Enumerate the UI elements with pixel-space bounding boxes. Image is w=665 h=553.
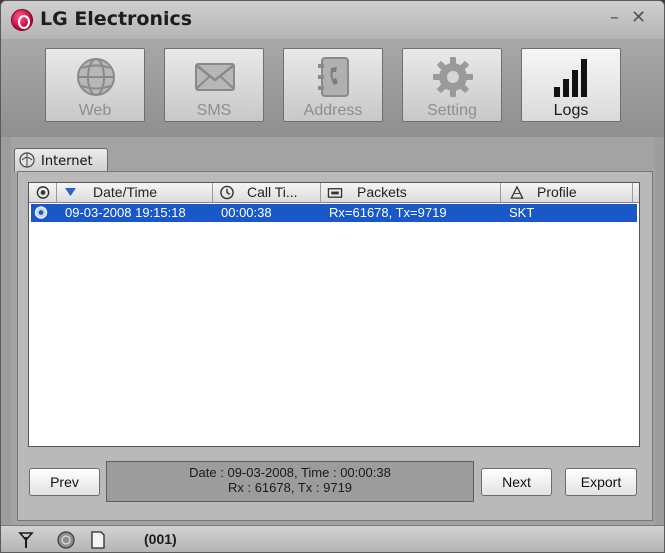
tab-strip — [108, 148, 653, 172]
phonebook-icon — [318, 57, 349, 97]
connection-icon — [34, 206, 48, 219]
web-label: Web — [78, 102, 112, 119]
tab-internet[interactable]: Internet — [14, 148, 108, 172]
row-profile: SKT — [509, 205, 535, 220]
list-header: Date/Time Call Ti... Packets Profile — [29, 183, 639, 203]
memory-card-icon — [91, 531, 105, 549]
signal-bars-icon — [554, 59, 587, 97]
column-header-calltime[interactable]: Call Ti... — [213, 183, 321, 202]
column-header-datetime[interactable]: Date/Time — [57, 183, 213, 202]
main-toolbar: Web SMS Address Setting Logs — [1, 39, 664, 137]
column-header-datetime-label: Date/Time — [93, 184, 158, 200]
call-time-icon — [220, 185, 234, 200]
export-button[interactable]: Export — [565, 468, 637, 496]
prev-button[interactable]: Prev — [29, 468, 100, 496]
internet-icon — [19, 152, 35, 168]
lg-logo-icon — [11, 9, 33, 31]
column-header-profile-label: Profile — [537, 184, 577, 200]
antenna-icon — [18, 532, 34, 548]
row-datetime: 09-03-2008 19:15:18 — [65, 205, 186, 220]
gear-icon — [433, 57, 473, 97]
column-header-packets[interactable]: Packets — [321, 183, 501, 202]
column-header-calltime-label: Call Ti... — [247, 184, 298, 200]
sort-desc-icon — [65, 188, 76, 196]
log-list[interactable]: Date/Time Call Ti... Packets Profile 09-… — [28, 182, 640, 447]
close-button[interactable]: ✕ — [631, 7, 646, 28]
globe-status-icon — [57, 531, 75, 549]
sms-label: SMS — [196, 102, 232, 119]
status-bar: (001) — [1, 525, 664, 552]
tab-internet-label: Internet — [41, 154, 93, 169]
connection-icon — [36, 186, 50, 199]
title-bar: LG Electronics – ✕ — [1, 1, 664, 39]
column-header-profile[interactable]: Profile — [501, 183, 633, 202]
setting-label: Setting — [427, 102, 477, 119]
packets-icon — [327, 188, 343, 198]
minimize-button[interactable]: – — [610, 7, 619, 28]
log-count: (001) — [144, 531, 177, 547]
envelope-icon — [195, 63, 235, 91]
logs-panel: Date/Time Call Ti... Packets Profile 09-… — [17, 171, 653, 521]
log-details-box: Date : 09-03-2008, Time : 00:00:38 Rx : … — [106, 461, 474, 502]
window-title: LG Electronics — [40, 8, 193, 30]
logs-content: Internet Date/Time Call Ti... Packets Pr… — [11, 137, 655, 525]
logs-label: Logs — [553, 102, 589, 119]
address-label: Address — [303, 102, 363, 119]
column-header-type[interactable] — [29, 183, 57, 202]
row-packets: Rx=61678, Tx=9719 — [329, 205, 447, 220]
setting-button[interactable]: Setting — [402, 48, 502, 122]
table-row[interactable]: 09-03-2008 19:15:18 00:00:38 Rx=61678, T… — [31, 204, 637, 222]
web-button[interactable]: Web — [45, 48, 145, 122]
details-line-1: Date : 09-03-2008, Time : 00:00:38 — [189, 465, 391, 480]
column-header-packets-label: Packets — [357, 184, 407, 200]
next-button[interactable]: Next — [481, 468, 552, 496]
app-window: LG Electronics – ✕ Web SMS Address Setti… — [0, 0, 665, 553]
address-button[interactable]: Address — [283, 48, 383, 122]
row-calltime: 00:00:38 — [221, 205, 272, 220]
details-line-2: Rx : 61678, Tx : 9719 — [227, 480, 353, 495]
logs-button[interactable]: Logs — [521, 48, 621, 122]
sms-button[interactable]: SMS — [164, 48, 264, 122]
globe-icon — [77, 58, 115, 96]
profile-icon — [510, 185, 524, 199]
